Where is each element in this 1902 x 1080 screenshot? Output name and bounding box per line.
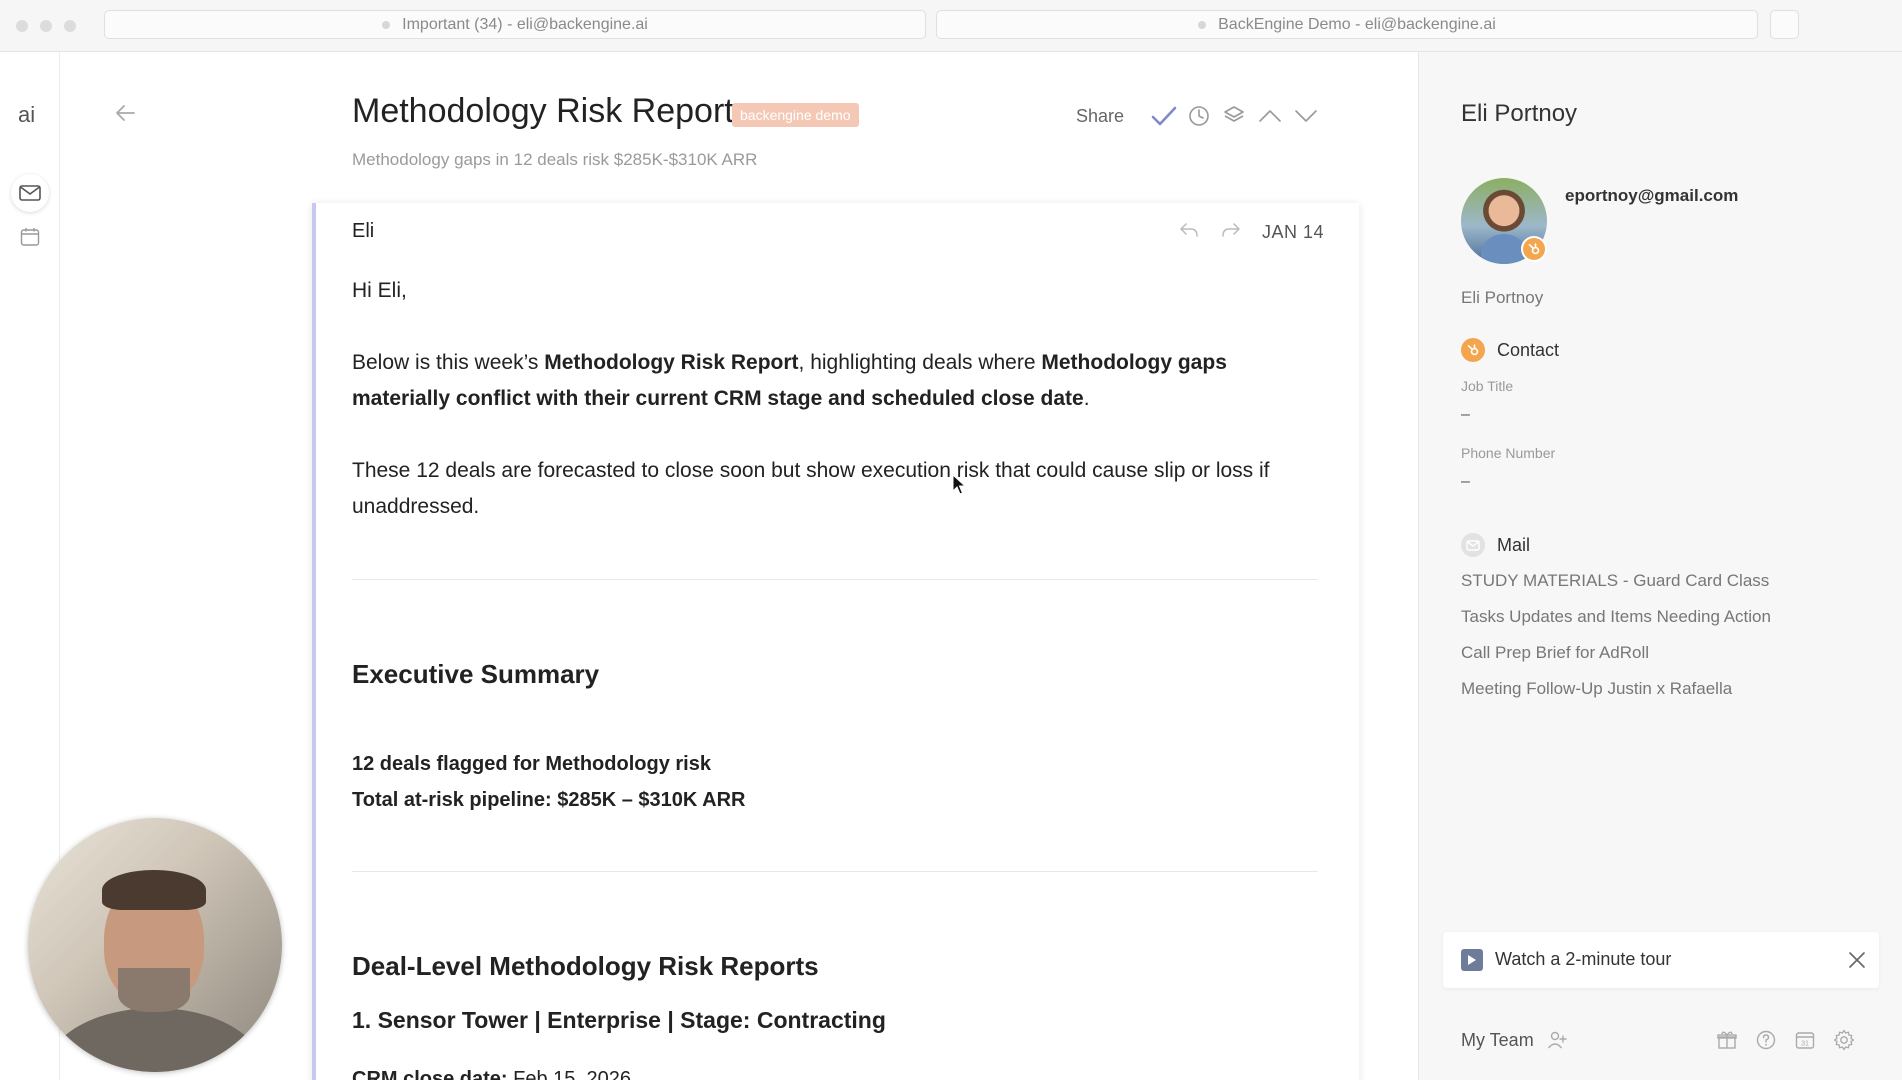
tab-label: BackEngine Demo - eli@backengine.ai	[1218, 15, 1496, 33]
forward-button[interactable]	[1218, 217, 1244, 243]
chevron-up-icon	[1259, 110, 1281, 122]
tab-label: Important (34) - eli@backengine.ai	[402, 15, 648, 33]
contact-full-name: Eli Portnoy	[1461, 288, 1544, 307]
mark-done-button[interactable]	[1150, 102, 1178, 130]
contact-section-header: Contact	[1461, 338, 1559, 362]
mail-item[interactable]: Meeting Follow-Up Justin x Rafaella	[1461, 679, 1732, 699]
close-icon	[1849, 952, 1865, 968]
calendar-icon: 31	[1795, 1032, 1815, 1049]
contact-section-title: Contact	[1497, 339, 1560, 360]
message-date: JAN 14	[1262, 222, 1325, 242]
webcam-person-shirt	[48, 1008, 262, 1072]
previous-message-button[interactable]	[1256, 102, 1284, 130]
divider	[352, 579, 1318, 580]
next-message-button[interactable]	[1292, 102, 1320, 130]
rail-mail-button[interactable]	[11, 174, 49, 212]
close-window-button[interactable]	[16, 20, 28, 32]
deal-1-close-date: CRM close date: Feb 15, 2026	[352, 1061, 1312, 1080]
intro-text: .	[1083, 387, 1090, 410]
mouse-cursor-icon	[952, 474, 966, 495]
app-logo: ai	[18, 102, 36, 127]
close-date-value: Feb 15, 2026	[507, 1068, 632, 1080]
close-tour-button[interactable]	[1843, 946, 1871, 974]
mail-item[interactable]: STUDY MATERIALS - Guard Card Class	[1461, 571, 1769, 591]
email-subtitle: Methodology gaps in 12 deals risk $285K-…	[352, 150, 758, 169]
my-team-label: My Team	[1461, 1030, 1534, 1050]
chevron-down-icon	[1295, 110, 1317, 122]
phone-number-label: Phone Number	[1461, 445, 1556, 461]
intro-text: , highlighting deals where	[798, 351, 1042, 374]
phone-number-value: –	[1461, 473, 1470, 490]
hubspot-badge	[1521, 236, 1547, 262]
message-card: Eli JAN 14 Hi Eli, Below is this week’s …	[312, 203, 1359, 1080]
gift-icon	[1717, 1031, 1737, 1049]
tab-important[interactable]: Important (34) - eli@backengine.ai	[104, 10, 926, 39]
mail-section-header: Mail	[1461, 533, 1530, 557]
summary-deals-flagged: 12 deals flagged for Methodology risk	[352, 753, 711, 775]
hubspot-icon	[1461, 338, 1485, 362]
share-button[interactable]: Share	[1076, 106, 1124, 127]
job-title-label: Job Title	[1461, 378, 1514, 394]
contact-name-header: Eli Portnoy	[1461, 100, 1578, 127]
gear-icon	[1833, 1029, 1855, 1051]
tab-backengine-demo[interactable]: BackEngine Demo - eli@backengine.ai	[936, 10, 1758, 39]
mail-item[interactable]: Call Prep Brief for AdRoll	[1461, 643, 1649, 663]
help-button[interactable]	[1752, 1026, 1780, 1054]
mail-icon	[19, 185, 41, 201]
tab-dot-icon	[382, 20, 391, 29]
new-tab-button[interactable]	[1770, 10, 1799, 39]
help-icon	[1756, 1030, 1776, 1050]
tour-text: Watch a 2-minute tour	[1495, 949, 1672, 969]
back-button[interactable]	[110, 98, 140, 128]
divider	[352, 871, 1318, 872]
contact-email[interactable]: eportnoy@gmail.com	[1565, 186, 1738, 206]
layers-icon	[1224, 106, 1244, 122]
hubspot-icon	[1528, 243, 1540, 255]
label-chip[interactable]: backengine demo	[732, 103, 859, 127]
reply-button[interactable]	[1176, 217, 1202, 243]
rail-calendar-button[interactable]	[11, 218, 49, 256]
forecast-paragraph: These 12 deals are forecasted to close s…	[352, 459, 1270, 518]
arrow-left-icon	[116, 105, 135, 121]
email-subject: Methodology Risk Report	[352, 92, 734, 130]
greeting-text: Hi Eli,	[352, 279, 407, 302]
tour-banner[interactable]: Watch a 2-minute tour	[1443, 932, 1879, 988]
executive-summary-heading: Executive Summary	[352, 659, 600, 689]
my-team-link[interactable]: My Team	[1461, 1030, 1567, 1051]
intro-text: Below is this week’s	[352, 351, 545, 374]
close-date-label: CRM close date:	[352, 1068, 508, 1080]
mail-icon	[1461, 533, 1485, 557]
mail-section-title: Mail	[1497, 534, 1531, 555]
mail-item[interactable]: Tasks Updates and Items Needing Action	[1461, 607, 1771, 627]
job-title-value: –	[1461, 406, 1470, 423]
maximize-window-button[interactable]	[64, 20, 76, 32]
summary-at-risk-pipeline: Total at-risk pipeline: $285K – $310K AR…	[352, 789, 746, 811]
calendar-button[interactable]: 31	[1791, 1026, 1819, 1054]
forward-icon	[1222, 223, 1240, 237]
calendar-day: 31	[1801, 1041, 1809, 1048]
clock-icon	[1189, 106, 1209, 126]
add-user-icon	[1547, 1031, 1567, 1049]
webcam-person-beard	[118, 968, 190, 1012]
contact-panel: Eli Portnoy eportnoy@gmail.com Eli Portn…	[1418, 52, 1902, 1080]
tab-dot-icon	[1198, 20, 1207, 29]
gift-button[interactable]	[1713, 1026, 1741, 1054]
webcam-overlay[interactable]	[28, 818, 282, 1072]
calendar-icon	[20, 228, 40, 246]
reply-icon	[1180, 223, 1198, 237]
message-sender: Eli	[352, 220, 375, 242]
webcam-person-hair	[102, 870, 206, 910]
deal-level-heading: Deal-Level Methodology Risk Reports	[352, 951, 819, 981]
move-button[interactable]	[1220, 102, 1248, 130]
intro-paragraph: Below is this week’s Methodology Risk Re…	[352, 345, 1312, 417]
deal-1-heading: 1. Sensor Tower | Enterprise | Stage: Co…	[352, 1007, 886, 1033]
remind-later-button[interactable]	[1185, 102, 1213, 130]
window-titlebar: Important (34) - eli@backengine.ai BackE…	[0, 0, 1902, 52]
intro-bold-report: Methodology Risk Report	[544, 351, 799, 374]
play-icon	[1461, 949, 1483, 971]
check-icon	[1151, 106, 1177, 126]
minimize-window-button[interactable]	[40, 20, 52, 32]
settings-button[interactable]	[1830, 1026, 1858, 1054]
